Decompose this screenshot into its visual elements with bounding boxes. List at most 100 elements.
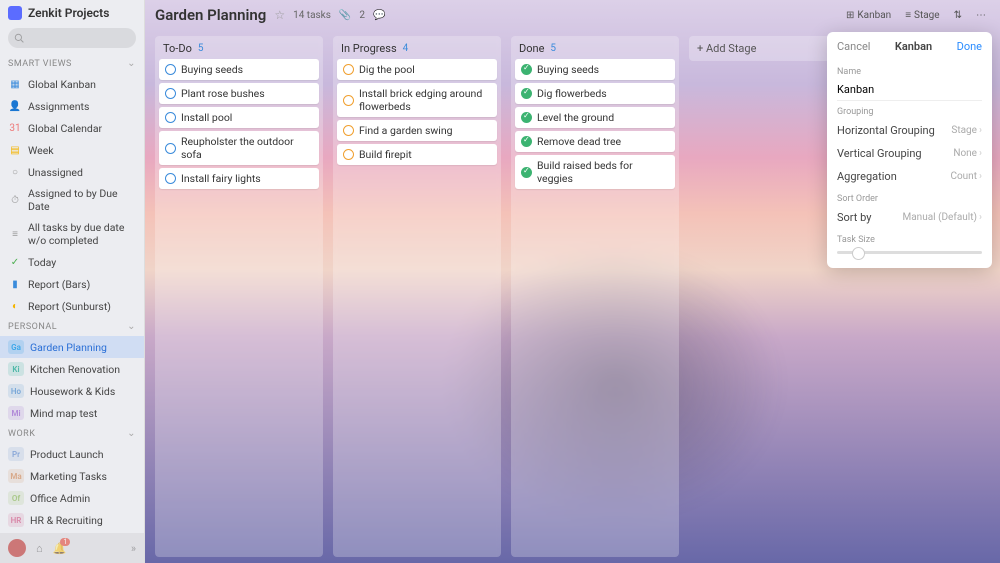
more-icon[interactable]: ⋯ <box>972 8 990 23</box>
panel-title: Kanban <box>895 40 932 53</box>
status-circle-icon <box>165 112 176 123</box>
favorite-icon[interactable]: ☆ <box>274 8 285 22</box>
sidebar-item-label: Mind map test <box>30 407 97 420</box>
project-badge: Ga <box>8 340 24 354</box>
sidebar-item-label: Housework & Kids <box>30 385 115 398</box>
task-card[interactable]: Build raised beds for veggies <box>515 155 675 189</box>
horizontal-grouping-row[interactable]: Horizontal Grouping Stage› <box>827 119 992 142</box>
user-avatar[interactable] <box>8 539 26 557</box>
status-circle-icon <box>343 95 354 106</box>
nav-icon: ○ <box>8 165 22 179</box>
panel-sortorder-label: Sort Order <box>827 188 992 206</box>
home-icon[interactable]: ⌂ <box>36 542 43 555</box>
aggregation-row[interactable]: Aggregation Count› <box>827 165 992 188</box>
task-card[interactable]: Dig the pool <box>337 59 497 80</box>
task-card[interactable]: Install pool <box>159 107 319 128</box>
task-card[interactable]: Build firepit <box>337 144 497 165</box>
section-work[interactable]: WORK ⌄ <box>0 424 144 443</box>
task-card[interactable]: Find a garden swing <box>337 120 497 141</box>
sidebar-item-label: Kitchen Renovation <box>30 363 120 376</box>
notifications-icon[interactable]: 🔔1 <box>53 542 67 555</box>
card-title: Build raised beds for veggies <box>537 159 669 185</box>
panel-done-button[interactable]: Done <box>957 40 982 53</box>
sidebar-item-label: Assignments <box>28 100 89 113</box>
column-name: In Progress <box>341 42 397 55</box>
expand-icon[interactable]: » <box>131 542 136 555</box>
nav-icon: ◐ <box>8 299 22 313</box>
project-badge: Of <box>8 491 24 505</box>
task-card[interactable]: Install fairy lights <box>159 168 319 189</box>
sidebar-item[interactable]: ▦Global Kanban <box>0 73 144 95</box>
task-card[interactable]: Level the ground <box>515 107 675 128</box>
sidebar-item-label: Unassigned <box>28 166 83 179</box>
status-circle-icon <box>521 167 532 178</box>
column-count: 5 <box>550 43 556 54</box>
project-badge: Ma <box>8 469 24 483</box>
panel-name-input[interactable] <box>837 79 982 101</box>
task-card[interactable]: Remove dead tree <box>515 131 675 152</box>
sidebar-item[interactable]: 👤Assignments <box>0 95 144 117</box>
panel-name-label: Name <box>827 61 992 79</box>
task-card[interactable]: Plant rose bushes <box>159 83 319 104</box>
status-circle-icon <box>165 173 176 184</box>
sidebar-item[interactable]: 31Global Calendar <box>0 117 144 139</box>
plus-icon: + <box>697 42 706 55</box>
sidebar-project-item[interactable]: MaMarketing Tasks <box>0 465 144 487</box>
sidebar-project-item[interactable]: HRHR & Recruiting <box>0 509 144 531</box>
task-size-slider[interactable] <box>837 251 982 254</box>
sidebar-item[interactable]: ✓Today <box>0 251 144 273</box>
card-title: Level the ground <box>537 111 614 124</box>
view-stage-button[interactable]: ≡Stage <box>901 8 943 23</box>
card-title: Install pool <box>181 111 232 124</box>
kanban-column: In Progress 4 Dig the pool Install brick ed… <box>333 36 501 557</box>
card-title: Buying seeds <box>537 63 599 76</box>
task-card[interactable]: Buying seeds <box>515 59 675 80</box>
sidebar-project-item[interactable]: MiMind map test <box>0 402 144 424</box>
section-personal[interactable]: PERSONAL ⌄ <box>0 317 144 336</box>
sidebar-item-label: Product Launch <box>30 448 104 461</box>
task-card[interactable]: Dig flowerbeds <box>515 83 675 104</box>
sidebar-item[interactable]: ○ Unassigned <box>0 161 144 183</box>
section-smart-views[interactable]: SMART VIEWS ⌄ <box>0 54 144 73</box>
sort-by-row[interactable]: Sort by Manual (Default)› <box>827 206 992 229</box>
sidebar-project-item[interactable]: PrProduct Launch <box>0 443 144 465</box>
app-logo-row: Zenkit Projects <box>0 0 144 26</box>
card-title: Reupholster the outdoor sofa <box>181 135 313 161</box>
search-input[interactable] <box>8 28 136 48</box>
card-title: Buying seeds <box>181 63 243 76</box>
sidebar-item-label: Garden Planning <box>30 341 107 354</box>
sidebar-item[interactable]: ▤Week <box>0 139 144 161</box>
card-title: Plant rose bushes <box>181 87 265 100</box>
card-title: Build firepit <box>359 148 412 161</box>
column-count: 5 <box>198 43 204 54</box>
sidebar-project-item[interactable]: Ga Garden Planning <box>0 336 144 358</box>
column-count: 4 <box>403 43 409 54</box>
card-title: Install brick edging around flowerbeds <box>359 87 491 113</box>
search-icon <box>14 33 24 43</box>
sidebar-item[interactable]: ≡All tasks by due date w/o completed <box>0 217 144 251</box>
column-header[interactable]: Done5 <box>515 40 675 59</box>
vertical-grouping-row[interactable]: Vertical Grouping None› <box>827 142 992 165</box>
task-card[interactable]: Install brick edging around flowerbeds <box>337 83 497 117</box>
sidebar-item[interactable]: ▮Report (Bars) <box>0 273 144 295</box>
nav-icon: ▤ <box>8 143 22 157</box>
card-title: Dig the pool <box>359 63 415 76</box>
column-header[interactable]: To-Do5 <box>159 40 319 59</box>
sidebar-item[interactable]: ⏱Assigned to by Due Date <box>0 183 144 217</box>
task-card[interactable]: Reupholster the outdoor sofa <box>159 131 319 165</box>
panel-cancel-button[interactable]: Cancel <box>837 40 870 53</box>
sidebar-project-item[interactable]: KiKitchen Renovation <box>0 358 144 380</box>
sidebar-project-item[interactable]: HoHousework & Kids <box>0 380 144 402</box>
board-header: Garden Planning ☆ 14 tasks 📎 2 💬 ⊞Kanban… <box>145 0 1000 30</box>
sidebar-item-label: Report (Sunburst) <box>28 300 111 313</box>
sidebar-item[interactable]: ◐ Report (Sunburst) <box>0 295 144 317</box>
view-kanban-button[interactable]: ⊞Kanban <box>842 8 895 23</box>
task-count: 14 tasks <box>293 10 331 21</box>
sort-icon[interactable]: ⇅ <box>950 8 966 23</box>
status-circle-icon <box>521 64 532 75</box>
nav-icon: ✓ <box>8 255 22 269</box>
sidebar-project-item[interactable]: OfOffice Admin <box>0 487 144 509</box>
task-card[interactable]: Buying seeds <box>159 59 319 80</box>
chat-icon[interactable]: 💬 <box>373 10 385 21</box>
column-header[interactable]: In Progress 4 <box>337 40 497 59</box>
